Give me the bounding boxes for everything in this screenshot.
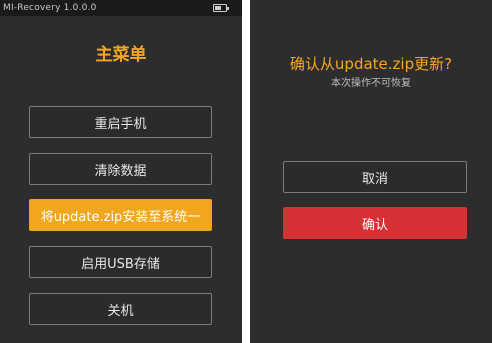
power-off-button[interactable]: 关机 xyxy=(29,293,212,325)
confirm-title: 确认从update.zip更新? xyxy=(289,55,453,73)
wipe-data-button[interactable]: 清除数据 xyxy=(29,153,212,185)
cancel-button[interactable]: 取消 xyxy=(283,161,467,193)
reboot-phone-button[interactable]: 重启手机 xyxy=(29,106,212,138)
install-update-zip-button[interactable]: 将update.zip安装至系统一 xyxy=(29,199,212,231)
status-bar-title: MI-Recovery 1.0.0.0 xyxy=(3,3,97,13)
battery-icon xyxy=(213,4,229,12)
battery-level-fill xyxy=(215,6,221,10)
confirm-button[interactable]: 确认 xyxy=(283,207,467,239)
confirm-subtitle: 本次操作不可恢复 xyxy=(331,78,411,89)
enable-usb-storage-button[interactable]: 启用USB存储 xyxy=(29,246,212,278)
status-bar: MI-Recovery 1.0.0.0 xyxy=(0,0,242,16)
recovery-main-menu-screen: MI-Recovery 1.0.0.0 主菜单 重启手机 清除数据 将updat… xyxy=(0,0,242,343)
menu-title: 主菜单 xyxy=(95,45,147,65)
confirm-update-screen: 确认从update.zip更新? 本次操作不可恢复 取消 确认 xyxy=(250,0,492,343)
